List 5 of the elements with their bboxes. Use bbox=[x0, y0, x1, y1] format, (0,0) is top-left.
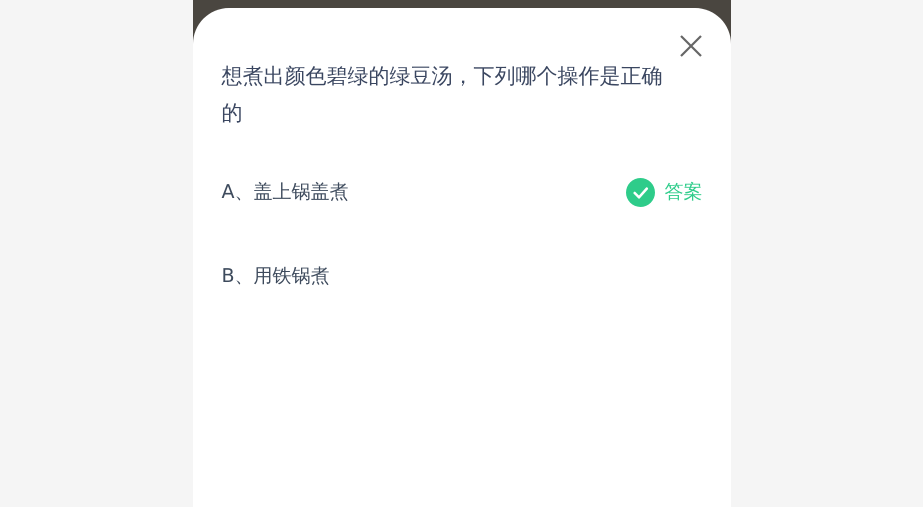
question-text: 想煮出颜色碧绿的绿豆汤，下列哪个操作是正确的 bbox=[222, 63, 664, 127]
answer-label: 答案 bbox=[664, 180, 702, 205]
answer-option[interactable]: B、用铁锅煮 bbox=[222, 263, 330, 289]
close-icon[interactable] bbox=[678, 34, 702, 58]
answer-option[interactable]: A、盖上锅盖煮 bbox=[222, 179, 348, 205]
